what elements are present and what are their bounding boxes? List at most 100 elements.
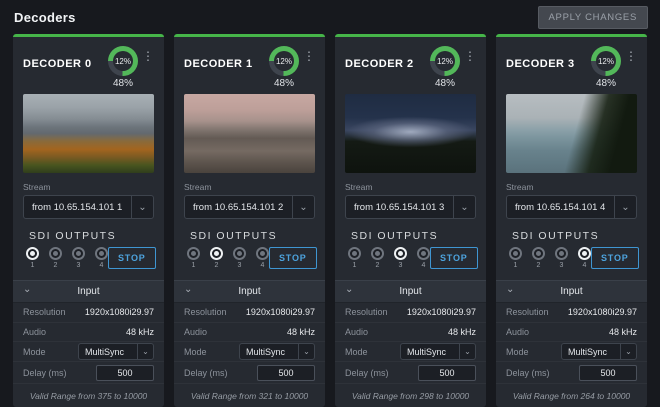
chevron-down-icon: ⌄	[137, 344, 153, 359]
sdi-output-toggle-3[interactable]: 3	[394, 247, 407, 269]
sdi-output-toggle-1[interactable]: 1	[348, 247, 361, 269]
output-number: 3	[399, 262, 403, 269]
output-number: 3	[238, 262, 242, 269]
delay-input[interactable]	[579, 365, 637, 381]
mode-row: Mode MultiSync ⌄	[335, 342, 486, 362]
chevron-down-icon: ⌄	[620, 344, 636, 359]
resolution-label: Resolution	[23, 307, 66, 317]
radio-icon	[26, 247, 39, 260]
output-number: 2	[376, 262, 380, 269]
video-thumbnail	[23, 94, 154, 173]
sdi-output-toggle-1[interactable]: 1	[187, 247, 200, 269]
sdi-output-toggle-2[interactable]: 2	[210, 247, 223, 269]
mode-select[interactable]: MultiSync ⌄	[239, 343, 315, 360]
chevron-down-icon: ⌄	[184, 284, 192, 295]
mode-select[interactable]: MultiSync ⌄	[561, 343, 637, 360]
delay-input[interactable]	[418, 365, 476, 381]
radio-icon	[555, 247, 568, 260]
load-gauge: 12%	[430, 46, 460, 76]
audio-row: Audio 48 kHz	[174, 323, 325, 343]
radio-icon	[532, 247, 545, 260]
delay-label: Delay (ms)	[184, 368, 228, 378]
resolution-value: 1920x1080i29.97	[85, 307, 154, 317]
video-thumbnail	[184, 94, 315, 173]
gauge-column: 12% 48%	[108, 46, 138, 90]
card-header: DECODER 3 12% 48% ⋮	[496, 37, 647, 90]
gauge-column: 12% 48%	[430, 46, 460, 90]
chevron-down-icon: ⌄	[131, 196, 153, 218]
card-menu-icon[interactable]: ⋮	[301, 48, 317, 64]
sdi-output-toggle-3[interactable]: 3	[72, 247, 85, 269]
delay-row: Delay (ms)	[496, 362, 647, 384]
stream-select[interactable]: from 10.65.154.101 3 ⌄	[345, 195, 476, 219]
resolution-value: 1920x1080i29.97	[407, 307, 476, 317]
chevron-down-icon: ⌄	[614, 196, 636, 218]
sdi-output-toggle-4[interactable]: 4	[95, 247, 108, 269]
resolution-value: 1920x1080i29.97	[568, 307, 637, 317]
sdi-output-toggle-3[interactable]: 3	[233, 247, 246, 269]
stop-button[interactable]: STOP	[430, 247, 478, 269]
sdi-outputs-row: 1 2 3 4 STOP	[496, 247, 647, 280]
decoder-title: DECODER 3	[506, 58, 591, 90]
sdi-outputs-row: 1 2 3 4 STOP	[13, 247, 164, 280]
mode-select[interactable]: MultiSync ⌄	[400, 343, 476, 360]
stream-select-value: from 10.65.154.101 1	[32, 202, 122, 213]
delay-label: Delay (ms)	[506, 368, 550, 378]
usage-percent: 48%	[596, 78, 616, 89]
input-section-label: Input	[238, 286, 260, 297]
decoder-card-0: DECODER 0 12% 48% ⋮ Stream from 10.65.15…	[13, 34, 164, 407]
resolution-row: Resolution 1920x1080i29.97	[335, 303, 486, 323]
audio-row: Audio 48 kHz	[13, 323, 164, 343]
stop-button[interactable]: STOP	[591, 247, 639, 269]
chevron-down-icon: ⌄	[23, 284, 31, 295]
mode-select[interactable]: MultiSync ⌄	[78, 343, 154, 360]
input-section-header[interactable]: ⌄ Input	[13, 280, 164, 303]
delay-label: Delay (ms)	[23, 368, 67, 378]
card-menu-icon[interactable]: ⋮	[462, 48, 478, 64]
input-section-header[interactable]: ⌄ Input	[174, 280, 325, 303]
input-section-label: Input	[560, 286, 582, 297]
sdi-output-toggle-4[interactable]: 4	[417, 247, 430, 269]
radio-icon	[210, 247, 223, 260]
apply-changes-button[interactable]: APPLY CHANGES	[538, 6, 648, 29]
mode-row: Mode MultiSync ⌄	[496, 342, 647, 362]
sdi-outputs-label: SDI OUTPUTS	[512, 230, 635, 242]
output-number: 4	[100, 262, 104, 269]
card-menu-icon[interactable]: ⋮	[623, 48, 639, 64]
mode-row: Mode MultiSync ⌄	[174, 342, 325, 362]
sdi-output-toggle-2[interactable]: 2	[371, 247, 384, 269]
radio-icon	[417, 247, 430, 260]
mode-label: Mode	[184, 347, 207, 357]
sdi-output-toggle-4[interactable]: 4	[578, 247, 591, 269]
radio-icon	[49, 247, 62, 260]
stream-select[interactable]: from 10.65.154.101 1 ⌄	[23, 195, 154, 219]
stream-select[interactable]: from 10.65.154.101 4 ⌄	[506, 195, 637, 219]
chevron-down-icon: ⌄	[459, 344, 475, 359]
valid-range-note: Valid Range from 375 to 10000	[13, 384, 164, 407]
resolution-label: Resolution	[345, 307, 388, 317]
sdi-output-toggle-2[interactable]: 2	[532, 247, 545, 269]
input-section-header[interactable]: ⌄ Input	[496, 280, 647, 303]
radio-icon	[187, 247, 200, 260]
stop-button[interactable]: STOP	[269, 247, 317, 269]
delay-input[interactable]	[257, 365, 315, 381]
sdi-output-toggle-3[interactable]: 3	[555, 247, 568, 269]
card-menu-icon[interactable]: ⋮	[140, 48, 156, 64]
output-number: 1	[192, 262, 196, 269]
usage-percent: 48%	[113, 78, 133, 89]
resolution-row: Resolution 1920x1080i29.97	[496, 303, 647, 323]
stream-select[interactable]: from 10.65.154.101 2 ⌄	[184, 195, 315, 219]
delay-input[interactable]	[96, 365, 154, 381]
sdi-output-toggle-1[interactable]: 1	[509, 247, 522, 269]
sdi-output-toggle-2[interactable]: 2	[49, 247, 62, 269]
gauge-column: 12% 48%	[591, 46, 621, 90]
decoder-title: DECODER 0	[23, 58, 108, 90]
sdi-output-toggle-4[interactable]: 4	[256, 247, 269, 269]
valid-range-note: Valid Range from 298 to 10000	[335, 384, 486, 407]
input-section-header[interactable]: ⌄ Input	[335, 280, 486, 303]
sdi-outputs-label: SDI OUTPUTS	[29, 230, 152, 242]
stop-button[interactable]: STOP	[108, 247, 156, 269]
chevron-down-icon: ⌄	[506, 284, 514, 295]
sdi-output-toggle-1[interactable]: 1	[26, 247, 39, 269]
output-number: 2	[215, 262, 219, 269]
